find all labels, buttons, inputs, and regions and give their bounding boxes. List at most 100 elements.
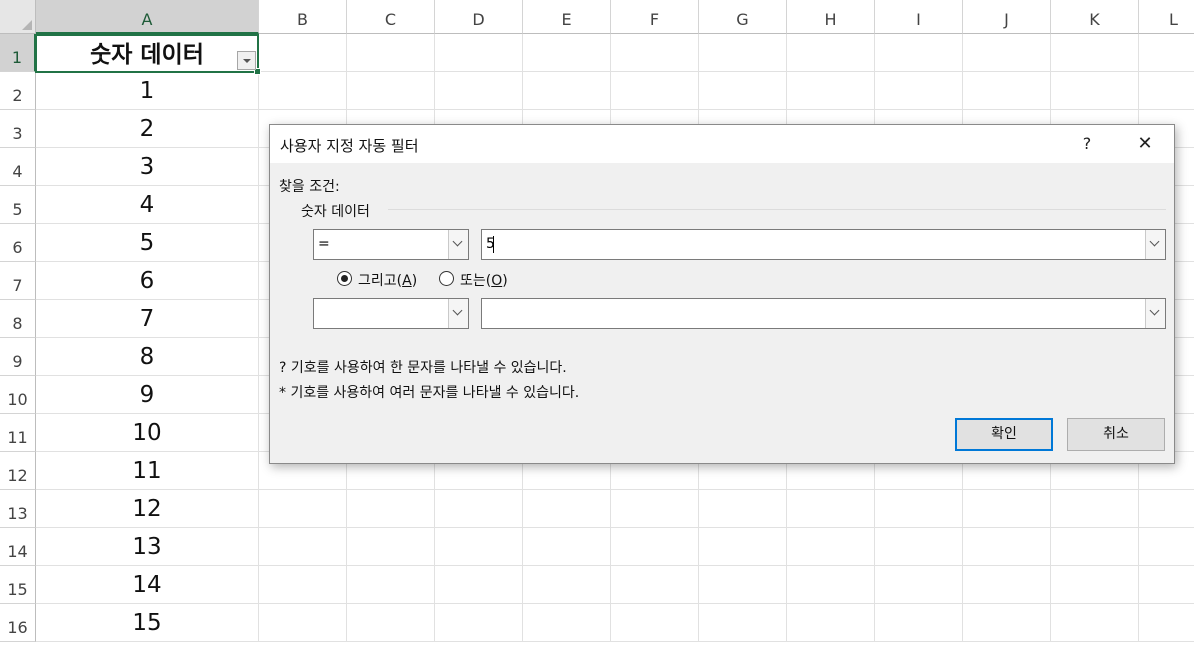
or-radio-label[interactable]: 또는(O) — [460, 270, 508, 290]
chevron-down-icon[interactable] — [1145, 299, 1165, 328]
cell-D13[interactable] — [435, 490, 523, 528]
cell-B16[interactable] — [259, 604, 347, 642]
cell-J15[interactable] — [963, 566, 1051, 604]
row-header-7[interactable]: 7 — [0, 262, 36, 300]
column-header-E[interactable]: E — [523, 0, 611, 34]
cell-E14[interactable] — [523, 528, 611, 566]
cell-A1[interactable]: 숫자 데이터 — [36, 34, 259, 72]
cell-L1[interactable] — [1139, 34, 1194, 72]
cell-G15[interactable] — [699, 566, 787, 604]
row-header-9[interactable]: 9 — [0, 338, 36, 376]
cell-B15[interactable] — [259, 566, 347, 604]
and-radio-label[interactable]: 그리고(A) — [358, 270, 417, 290]
column-header-D[interactable]: D — [435, 0, 523, 34]
cell-I15[interactable] — [875, 566, 963, 604]
column-header-B[interactable]: B — [259, 0, 347, 34]
column-header-J[interactable]: J — [963, 0, 1051, 34]
cell-D14[interactable] — [435, 528, 523, 566]
and-radio[interactable] — [337, 271, 352, 286]
cell-D2[interactable] — [435, 72, 523, 110]
cell-I2[interactable] — [875, 72, 963, 110]
cell-G13[interactable] — [699, 490, 787, 528]
row-header-3[interactable]: 3 — [0, 110, 36, 148]
row-header-14[interactable]: 14 — [0, 528, 36, 566]
value-combo-2[interactable] — [481, 298, 1166, 329]
column-header-K[interactable]: K — [1051, 0, 1139, 34]
cell-F14[interactable] — [611, 528, 699, 566]
ok-button[interactable]: 확인 — [955, 418, 1053, 451]
operator-select-2[interactable] — [313, 298, 469, 329]
chevron-down-icon[interactable] — [448, 230, 468, 259]
chevron-down-icon[interactable] — [1145, 230, 1165, 259]
cell-L14[interactable] — [1139, 528, 1194, 566]
cell-A2[interactable]: 1 — [36, 72, 259, 110]
close-button[interactable]: ✕ — [1122, 129, 1168, 159]
cell-C15[interactable] — [347, 566, 435, 604]
cell-L16[interactable] — [1139, 604, 1194, 642]
row-header-6[interactable]: 6 — [0, 224, 36, 262]
cell-I16[interactable] — [875, 604, 963, 642]
column-header-G[interactable]: G — [699, 0, 787, 34]
filter-dropdown-icon[interactable] — [237, 51, 256, 70]
cell-C1[interactable] — [347, 34, 435, 72]
cell-L13[interactable] — [1139, 490, 1194, 528]
cell-B1[interactable] — [259, 34, 347, 72]
cell-F1[interactable] — [611, 34, 699, 72]
cell-L2[interactable] — [1139, 72, 1194, 110]
cell-H2[interactable] — [787, 72, 875, 110]
cell-I13[interactable] — [875, 490, 963, 528]
cell-J2[interactable] — [963, 72, 1051, 110]
cell-H16[interactable] — [787, 604, 875, 642]
cell-K14[interactable] — [1051, 528, 1139, 566]
cell-G1[interactable] — [699, 34, 787, 72]
cell-J13[interactable] — [963, 490, 1051, 528]
cell-D1[interactable] — [435, 34, 523, 72]
cell-K2[interactable] — [1051, 72, 1139, 110]
select-all-corner[interactable] — [0, 0, 36, 34]
cell-F16[interactable] — [611, 604, 699, 642]
cell-A15[interactable]: 14 — [36, 566, 259, 604]
row-header-15[interactable]: 15 — [0, 566, 36, 604]
cell-H15[interactable] — [787, 566, 875, 604]
row-header-5[interactable]: 5 — [0, 186, 36, 224]
cell-G16[interactable] — [699, 604, 787, 642]
cell-K15[interactable] — [1051, 566, 1139, 604]
cell-F2[interactable] — [611, 72, 699, 110]
cell-J16[interactable] — [963, 604, 1051, 642]
cell-A3[interactable]: 2 — [36, 110, 259, 148]
cell-C13[interactable] — [347, 490, 435, 528]
or-radio[interactable] — [439, 271, 454, 286]
column-header-I[interactable]: I — [875, 0, 963, 34]
row-header-16[interactable]: 16 — [0, 604, 36, 642]
cell-E1[interactable] — [523, 34, 611, 72]
operator-select-1[interactable]: = — [313, 229, 469, 260]
cell-E16[interactable] — [523, 604, 611, 642]
cell-A11[interactable]: 10 — [36, 414, 259, 452]
cell-G14[interactable] — [699, 528, 787, 566]
cell-G2[interactable] — [699, 72, 787, 110]
cell-I14[interactable] — [875, 528, 963, 566]
column-header-C[interactable]: C — [347, 0, 435, 34]
cell-A14[interactable]: 13 — [36, 528, 259, 566]
cell-A5[interactable]: 4 — [36, 186, 259, 224]
cell-H13[interactable] — [787, 490, 875, 528]
cell-A16[interactable]: 15 — [36, 604, 259, 642]
row-header-2[interactable]: 2 — [0, 72, 36, 110]
cell-L15[interactable] — [1139, 566, 1194, 604]
cell-A7[interactable]: 6 — [36, 262, 259, 300]
cell-A6[interactable]: 5 — [36, 224, 259, 262]
column-header-A[interactable]: A — [36, 0, 259, 34]
cell-B13[interactable] — [259, 490, 347, 528]
cell-C14[interactable] — [347, 528, 435, 566]
cell-B2[interactable] — [259, 72, 347, 110]
cell-K13[interactable] — [1051, 490, 1139, 528]
cell-A13[interactable]: 12 — [36, 490, 259, 528]
cell-A12[interactable]: 11 — [36, 452, 259, 490]
chevron-down-icon[interactable] — [448, 299, 468, 328]
cell-D16[interactable] — [435, 604, 523, 642]
column-header-L[interactable]: L — [1139, 0, 1194, 34]
cell-I1[interactable] — [875, 34, 963, 72]
row-header-10[interactable]: 10 — [0, 376, 36, 414]
cell-A8[interactable]: 7 — [36, 300, 259, 338]
value-combo-1[interactable]: 5 — [481, 229, 1166, 260]
